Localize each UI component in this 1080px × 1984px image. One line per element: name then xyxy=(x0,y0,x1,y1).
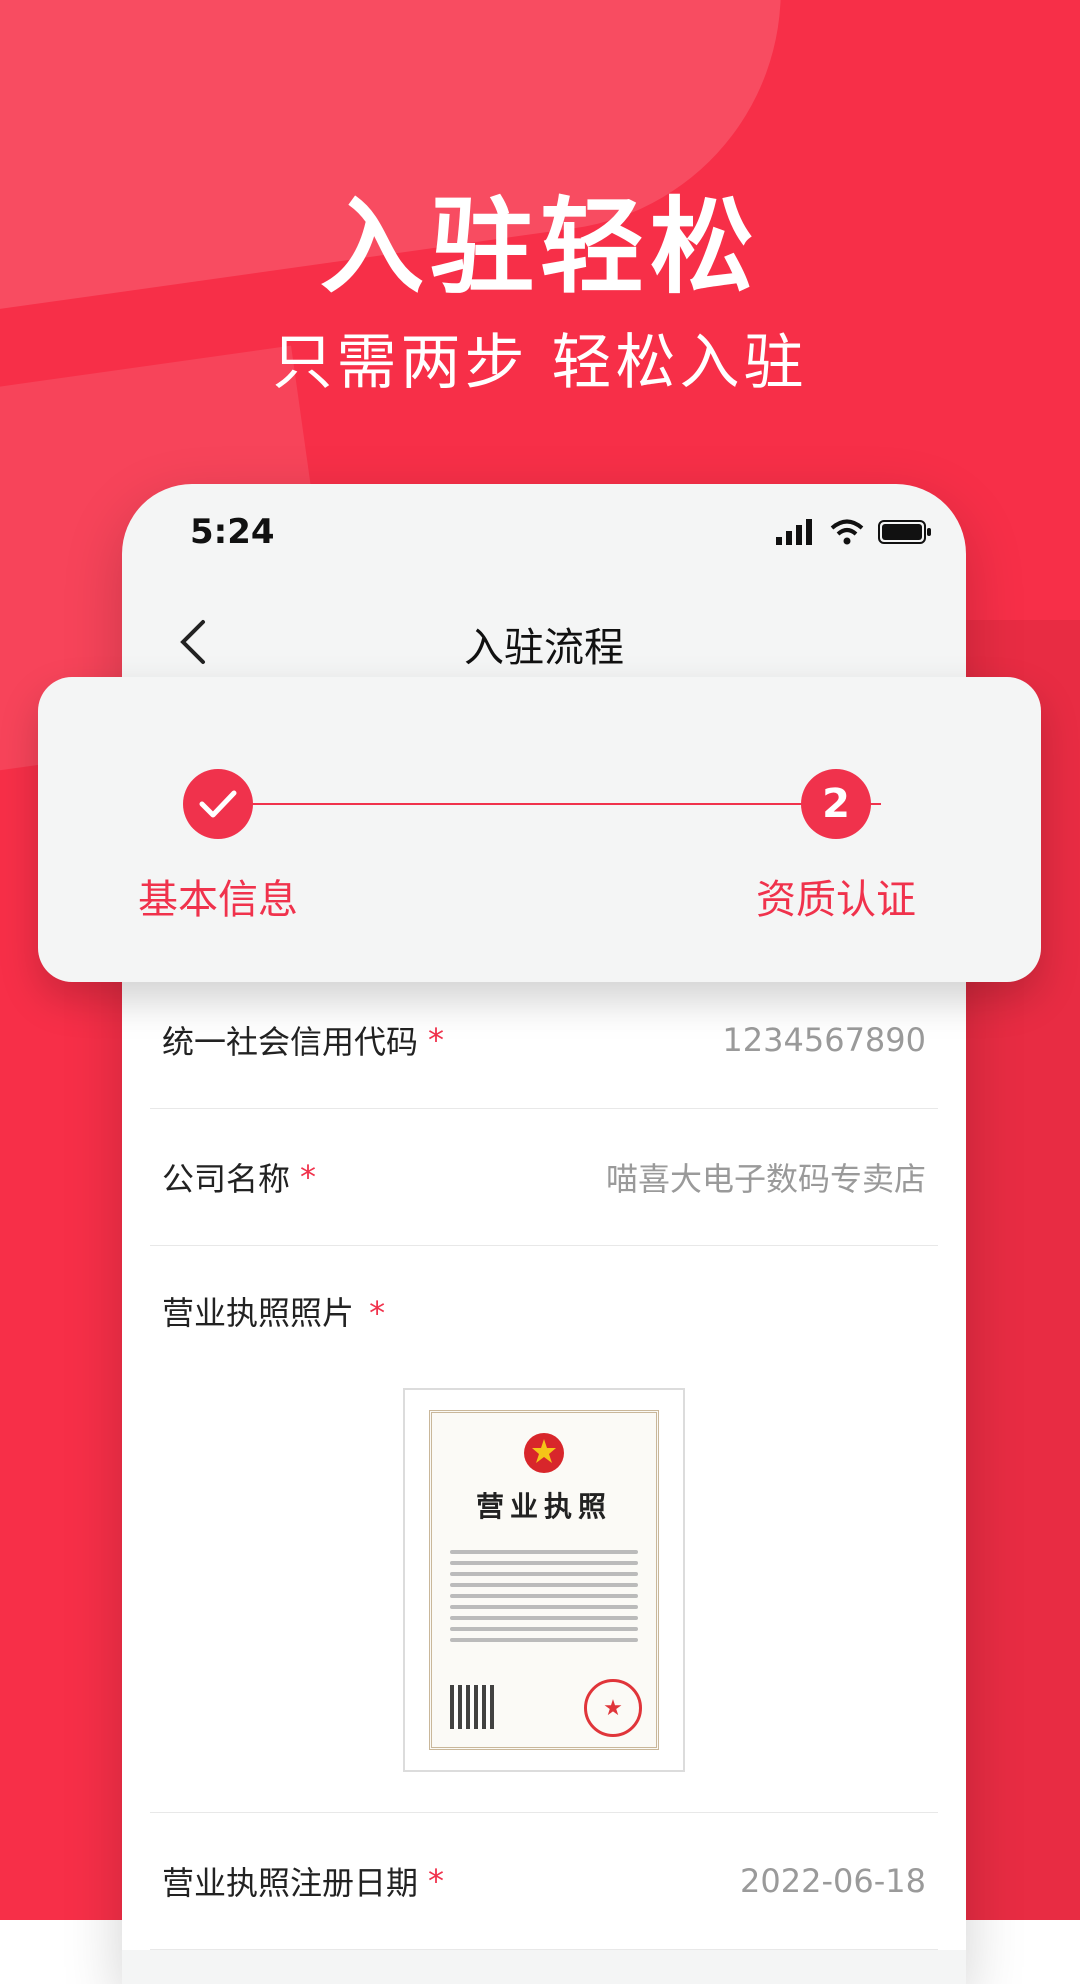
required-mark: * xyxy=(300,1158,317,1196)
chevron-left-icon xyxy=(180,620,205,664)
required-mark: * xyxy=(428,1021,445,1059)
company-name-label: 公司名称 xyxy=(162,1160,291,1198)
step-progress-card: 2 基本信息 资质认证 xyxy=(38,677,1041,982)
back-button[interactable] xyxy=(162,612,222,672)
license-photo-row: 营业执照照片 * 营业执照 ★ xyxy=(150,1246,938,1813)
license-text-lines xyxy=(450,1543,638,1649)
step-1-done xyxy=(183,769,253,839)
seal-icon: ★ xyxy=(584,1679,642,1737)
credit-code-row[interactable]: 统一社会信用代码 * 1234567890 xyxy=(150,972,938,1109)
license-photo-label: 营业执照照片 xyxy=(162,1294,355,1332)
status-bar: 5:24 xyxy=(190,502,932,562)
national-emblem-icon xyxy=(524,1433,564,1473)
step-connector xyxy=(218,803,881,805)
required-mark: * xyxy=(428,1862,445,1900)
register-date-label: 营业执照注册日期 xyxy=(162,1864,419,1902)
wifi-icon xyxy=(830,519,864,545)
credit-code-value[interactable]: 1234567890 xyxy=(722,1021,926,1059)
license-photo-thumbnail[interactable]: 营业执照 ★ xyxy=(403,1388,685,1772)
status-icons xyxy=(776,519,932,545)
license-title: 营业执照 xyxy=(475,1490,612,1523)
checkmark-icon xyxy=(199,790,237,818)
battery-icon xyxy=(878,520,931,544)
signal-icon xyxy=(776,519,812,545)
company-name-row[interactable]: 公司名称 * 喵喜大电子数码专卖店 xyxy=(150,1109,938,1246)
credit-code-label: 统一社会信用代码 xyxy=(162,1023,419,1061)
license-document: 营业执照 ★ xyxy=(429,1410,659,1750)
register-date-value[interactable]: 2022-06-18 xyxy=(740,1862,926,1900)
register-date-row[interactable]: 营业执照注册日期 * 2022-06-18 xyxy=(150,1813,938,1950)
qr-code-icon xyxy=(450,1685,494,1729)
required-mark: * xyxy=(369,1294,386,1332)
step-2-current: 2 xyxy=(801,769,871,839)
hero-title: 入驻轻松 xyxy=(319,186,760,308)
nav-title: 入驻流程 xyxy=(464,625,624,671)
status-time: 5:24 xyxy=(190,512,275,552)
step-1-label[interactable]: 基本信息 xyxy=(138,867,298,925)
form: 统一社会信用代码 * 1234567890 公司名称 * 喵喜大电子数码专卖店 … xyxy=(122,972,966,1950)
company-name-value[interactable]: 喵喜大电子数码专卖店 xyxy=(606,1154,926,1200)
step-2-label[interactable]: 资质认证 xyxy=(756,867,916,925)
hero-subtitle: 只需两步 轻松入驻 xyxy=(272,328,808,398)
